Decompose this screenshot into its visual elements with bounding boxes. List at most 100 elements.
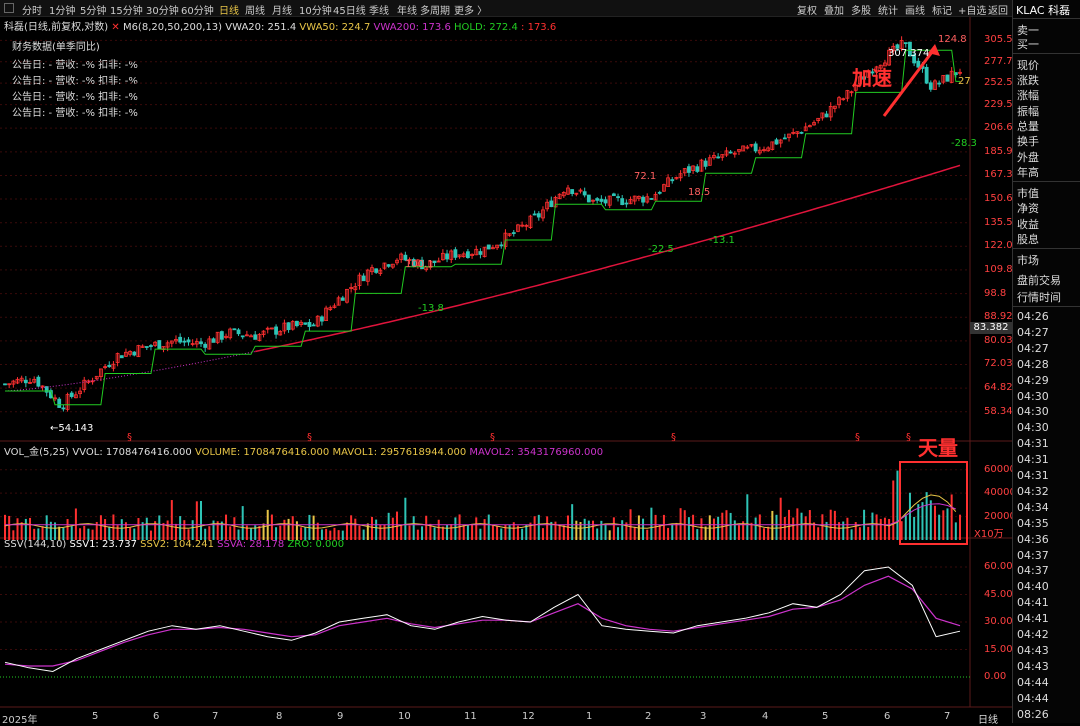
volume-bar: [767, 526, 770, 540]
candle-body: [657, 191, 662, 194]
volume-bar: [833, 510, 836, 540]
sidebar-time: 08:26: [1017, 707, 1049, 721]
sidebar-time: 04:26: [1017, 310, 1049, 323]
volume-bar: [41, 526, 44, 540]
volume-bar: [946, 508, 949, 540]
date-tick: 2: [645, 711, 652, 722]
volume-bar: [291, 516, 294, 540]
candle-body: [536, 213, 541, 218]
sidebar-item-16[interactable]: 行情时间: [1017, 289, 1061, 305]
ssv1-line: [4, 566, 961, 673]
sidebar-item-2[interactable]: 现价: [1017, 57, 1039, 73]
sidebar-item-14[interactable]: 市场: [1017, 252, 1039, 268]
sidebar-item-11[interactable]: 净资: [1017, 200, 1039, 216]
volume-bar: [74, 508, 77, 540]
price-tick: 277.7: [984, 55, 1013, 67]
candle-body: [620, 198, 625, 206]
candle-body: [274, 326, 278, 335]
sidebar-time: 04:41: [1017, 612, 1049, 626]
volume-bar: [687, 517, 690, 540]
volume-bar: [842, 521, 845, 540]
volume-bar: [83, 525, 86, 540]
sidebar-item-13[interactable]: 股息: [1017, 231, 1039, 247]
candle-body: [687, 166, 691, 173]
candle-body: [144, 346, 149, 348]
sidebar-item-3[interactable]: 涨跌: [1017, 72, 1039, 88]
date-tick: 4: [762, 711, 769, 722]
sidebar-item-15[interactable]: 盘前交易: [1017, 272, 1061, 288]
candle-body: [703, 160, 708, 167]
volume-bar: [779, 497, 782, 540]
volume-bar: [354, 518, 357, 540]
price-mark: 27: [958, 76, 971, 87]
volume-bar: [800, 512, 803, 540]
volume-bar: [692, 514, 695, 540]
date-tick: 1: [586, 711, 593, 722]
volume-bar: [541, 528, 544, 540]
date-tick: 6: [153, 711, 160, 722]
volume-bar: [191, 520, 194, 540]
price-tick: 135.5: [984, 216, 1013, 228]
period-label[interactable]: 日线: [978, 711, 998, 726]
sidebar-time: 04:40: [1017, 580, 1049, 594]
candle-body: [499, 244, 504, 247]
sidebar-item-1[interactable]: 买一: [1017, 36, 1039, 52]
volume-bar: [650, 507, 653, 540]
dividend-marker-icon: §: [307, 432, 312, 443]
volume-bar: [462, 524, 465, 540]
ssv-tick: 60.00: [984, 561, 1013, 572]
sidebar-item-7[interactable]: 换手: [1017, 133, 1039, 149]
price-tick: 58.34: [984, 405, 1013, 417]
candle-body: [132, 351, 137, 356]
volume-bar: [262, 523, 265, 540]
candle-body: [219, 331, 224, 340]
candle-body: [603, 199, 608, 204]
volume-bar: [746, 494, 749, 540]
candle-body: [486, 244, 491, 250]
price-tick: 206.6: [984, 122, 1013, 134]
sidebar-item-12[interactable]: 收益: [1017, 216, 1039, 232]
date-tick: 2025年: [2, 715, 38, 726]
volume-bar: [633, 526, 636, 540]
sidebar-item-10[interactable]: 市值: [1017, 185, 1039, 201]
candle-body: [928, 82, 933, 90]
ssva-label: SSVA: 28.178: [217, 539, 285, 550]
volume-bar: [804, 516, 807, 540]
volume-bar: [925, 492, 928, 540]
volume-bar: [408, 525, 411, 540]
sidebar-item-4[interactable]: 涨幅: [1017, 87, 1039, 103]
volume-bar: [225, 514, 228, 540]
volume-bar: [729, 512, 732, 540]
candle-body: [232, 328, 237, 331]
candle-body: [320, 316, 324, 322]
low-price-value: 54.143: [58, 423, 94, 434]
volume-bar: [717, 516, 720, 540]
sidebar-item-8[interactable]: 外盘: [1017, 149, 1039, 165]
volume-bar: [583, 518, 586, 540]
date-tick: 7: [212, 711, 219, 722]
sidebar-time: 04:31: [1017, 437, 1049, 451]
stock-chart[interactable]: § § § § § §: [0, 0, 1012, 723]
volume-unit: X10万: [974, 529, 1004, 540]
sidebar-time: 04:34: [1017, 500, 1049, 514]
volume-bar: [658, 524, 661, 540]
sidebar-item-6[interactable]: 总量: [1017, 118, 1039, 134]
dividend-marker-icon: §: [490, 432, 495, 443]
date-tick: 10: [398, 711, 411, 722]
candle-body: [716, 156, 721, 159]
sidebar-item-5[interactable]: 振幅: [1017, 103, 1039, 119]
volume-bar: [562, 525, 565, 540]
candle-body: [386, 264, 391, 267]
volume-bar: [358, 525, 361, 540]
volume-bar: [29, 517, 32, 540]
price-tick: 122.0: [984, 240, 1013, 252]
volume-bar: [646, 529, 649, 540]
volume-bar: [279, 525, 282, 540]
volume-bar: [404, 497, 407, 540]
candle-body: [799, 131, 804, 134]
sidebar-item-9[interactable]: 年高: [1017, 164, 1039, 180]
ssv-tick: 15.00: [984, 643, 1013, 655]
volume-bar: [600, 520, 603, 540]
volume-bar: [596, 528, 599, 540]
volume-bar: [70, 526, 73, 540]
